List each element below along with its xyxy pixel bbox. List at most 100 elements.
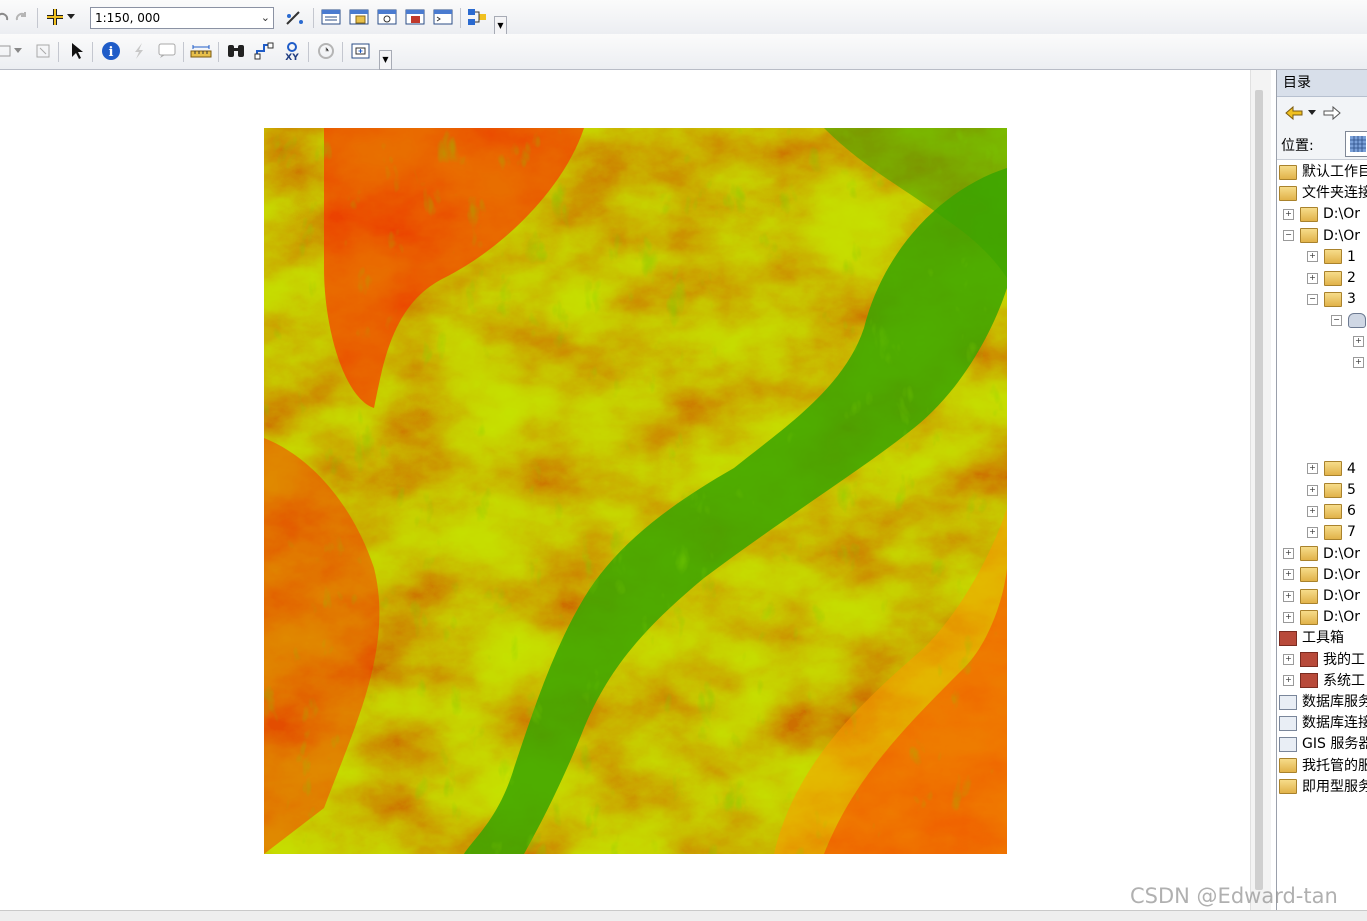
tree-item[interactable]: + D:\Or [1283, 565, 1360, 586]
chevron-down-icon[interactable]: ⌄ [261, 8, 270, 28]
expand-icon[interactable]: + [1283, 590, 1294, 602]
expand-icon[interactable]: + [1307, 505, 1318, 517]
catalog-location-bar: 位置: [1277, 129, 1367, 160]
tree-item[interactable]: + D:\Or [1283, 586, 1360, 607]
tree-item[interactable] [1353, 374, 1367, 395]
catalog-window: 目录 位置: 默认工作目录文件夹连接+D:\Or−D:\Or+1+2−3−+++… [1276, 70, 1367, 920]
tree-item-label: D:\Or [1323, 206, 1360, 223]
redo-icon[interactable] [10, 6, 32, 28]
tree-item[interactable]: 我托管的服务 [1279, 756, 1367, 777]
back-dropdown-icon[interactable] [1305, 102, 1319, 124]
modelbuilder-icon[interactable] [466, 6, 488, 28]
map-scale-combobox[interactable]: 1:150, 000 ⌄ [90, 7, 274, 29]
expand-icon[interactable]: + [1307, 484, 1318, 496]
select-elements-arrow-icon[interactable] [66, 40, 88, 62]
tree-item[interactable]: 文件夹连接 [1279, 183, 1367, 204]
location-input[interactable] [1345, 131, 1367, 157]
map-vertical-scrollbar[interactable] [1250, 70, 1271, 910]
hyperlink-icon[interactable] [128, 40, 150, 62]
folder-icon [1300, 228, 1318, 244]
tree-item[interactable]: +2 [1307, 268, 1356, 289]
clear-selection-icon[interactable] [32, 40, 54, 62]
tree-item[interactable]: 工具箱 [1279, 628, 1344, 649]
toolbar-overflow-button[interactable]: ▼ [494, 16, 507, 36]
tree-item-label: 文件夹连接 [1302, 185, 1367, 202]
tree-item[interactable] [1353, 438, 1367, 459]
back-arrow-icon[interactable] [1283, 102, 1305, 124]
expand-icon[interactable]: + [1283, 654, 1294, 666]
expand-icon[interactable]: + [1353, 336, 1364, 348]
tree-item[interactable]: +4 [1307, 459, 1356, 480]
tree-item[interactable]: +6 [1307, 501, 1356, 522]
map-display[interactable] [0, 70, 1250, 910]
expand-icon[interactable]: + [1283, 569, 1294, 581]
tree-item[interactable]: GIS 服务器 [1279, 734, 1367, 755]
tree-item-label: 我的工 [1323, 651, 1365, 668]
expand-icon[interactable]: + [1283, 675, 1294, 687]
tree-item[interactable]: + 我的工 [1283, 650, 1365, 671]
collapse-icon[interactable]: − [1307, 293, 1318, 305]
tree-item[interactable]: + [1353, 353, 1367, 374]
tree-item[interactable]: + [1353, 332, 1367, 353]
tree-item-label: 数据库服务 [1302, 694, 1367, 710]
tree-item-label: 3 [1347, 291, 1356, 308]
collapse-icon[interactable]: − [1283, 230, 1294, 242]
folder-icon [1300, 588, 1318, 604]
toolbar-overflow-button-2[interactable]: ▼ [379, 50, 392, 70]
arctoolbox-window-icon[interactable] [404, 6, 426, 28]
tree-item[interactable]: 数据库连接 [1279, 713, 1367, 734]
expand-icon[interactable]: + [1307, 526, 1318, 538]
add-data-dropdown-icon[interactable] [64, 6, 78, 28]
expand-icon[interactable]: + [1283, 548, 1294, 560]
select-dropdown-icon[interactable] [12, 40, 24, 62]
folder-icon [1324, 249, 1342, 265]
tree-item[interactable]: 默认工作目录 [1279, 162, 1367, 183]
tree-item-label: GIS 服务器 [1302, 736, 1367, 753]
measure-icon[interactable] [190, 40, 212, 62]
expand-icon[interactable]: + [1283, 611, 1294, 623]
tree-item[interactable]: + D:\Or [1283, 204, 1360, 225]
tree-item[interactable]: + D:\Or [1283, 544, 1360, 565]
catalog-window-icon[interactable] [348, 6, 370, 28]
catalog-title: 目录 [1277, 70, 1367, 97]
expand-icon[interactable]: + [1283, 208, 1294, 220]
tree-item[interactable]: +1 [1307, 247, 1356, 268]
python-window-icon[interactable] [432, 6, 454, 28]
find-route-icon[interactable] [253, 40, 275, 62]
collapse-icon[interactable]: − [1331, 314, 1342, 326]
tree-item-label: D:\Or [1323, 588, 1360, 604]
ready-services-icon [1279, 779, 1297, 795]
time-slider-icon[interactable] [315, 40, 337, 62]
search-window-icon[interactable] [376, 6, 398, 28]
folder-icon [1324, 291, 1342, 307]
tree-item[interactable] [1353, 416, 1367, 437]
expand-icon[interactable]: + [1307, 463, 1318, 475]
database-server-icon [1279, 694, 1297, 710]
toolbox-icon [1279, 630, 1297, 646]
html-popup-icon[interactable] [156, 40, 178, 62]
expand-icon[interactable]: + [1353, 357, 1364, 369]
tree-item[interactable]: 即用型服务 [1279, 777, 1367, 798]
find-binoculars-icon[interactable] [225, 40, 247, 62]
tree-item[interactable]: −3 [1307, 289, 1356, 310]
go-to-xy-icon[interactable]: XY [281, 40, 303, 62]
forward-arrow-icon[interactable] [1321, 102, 1343, 124]
tree-item[interactable]: − [1331, 310, 1367, 331]
tree-item[interactable]: +5 [1307, 480, 1356, 501]
tree-item[interactable] [1353, 395, 1367, 416]
identify-icon[interactable]: i [100, 40, 122, 62]
expand-icon[interactable]: + [1307, 251, 1318, 263]
add-data-icon[interactable] [44, 6, 66, 28]
tools-toolbar: i XY ▼ [0, 34, 1367, 70]
tree-item[interactable]: 数据库服务 [1279, 692, 1367, 713]
tree-item[interactable]: + D:\Or [1283, 607, 1360, 628]
folder-icon [1300, 567, 1318, 583]
table-of-contents-icon[interactable] [320, 6, 342, 28]
scrollbar-thumb[interactable] [1255, 90, 1263, 890]
expand-icon[interactable]: + [1307, 272, 1318, 284]
editor-toolbar-icon[interactable] [284, 6, 306, 28]
create-viewer-window-icon[interactable] [350, 40, 372, 62]
tree-item[interactable]: − D:\Or [1283, 226, 1360, 247]
tree-item[interactable]: +7 [1307, 522, 1356, 543]
tree-item[interactable]: + 系统工 [1283, 671, 1365, 692]
